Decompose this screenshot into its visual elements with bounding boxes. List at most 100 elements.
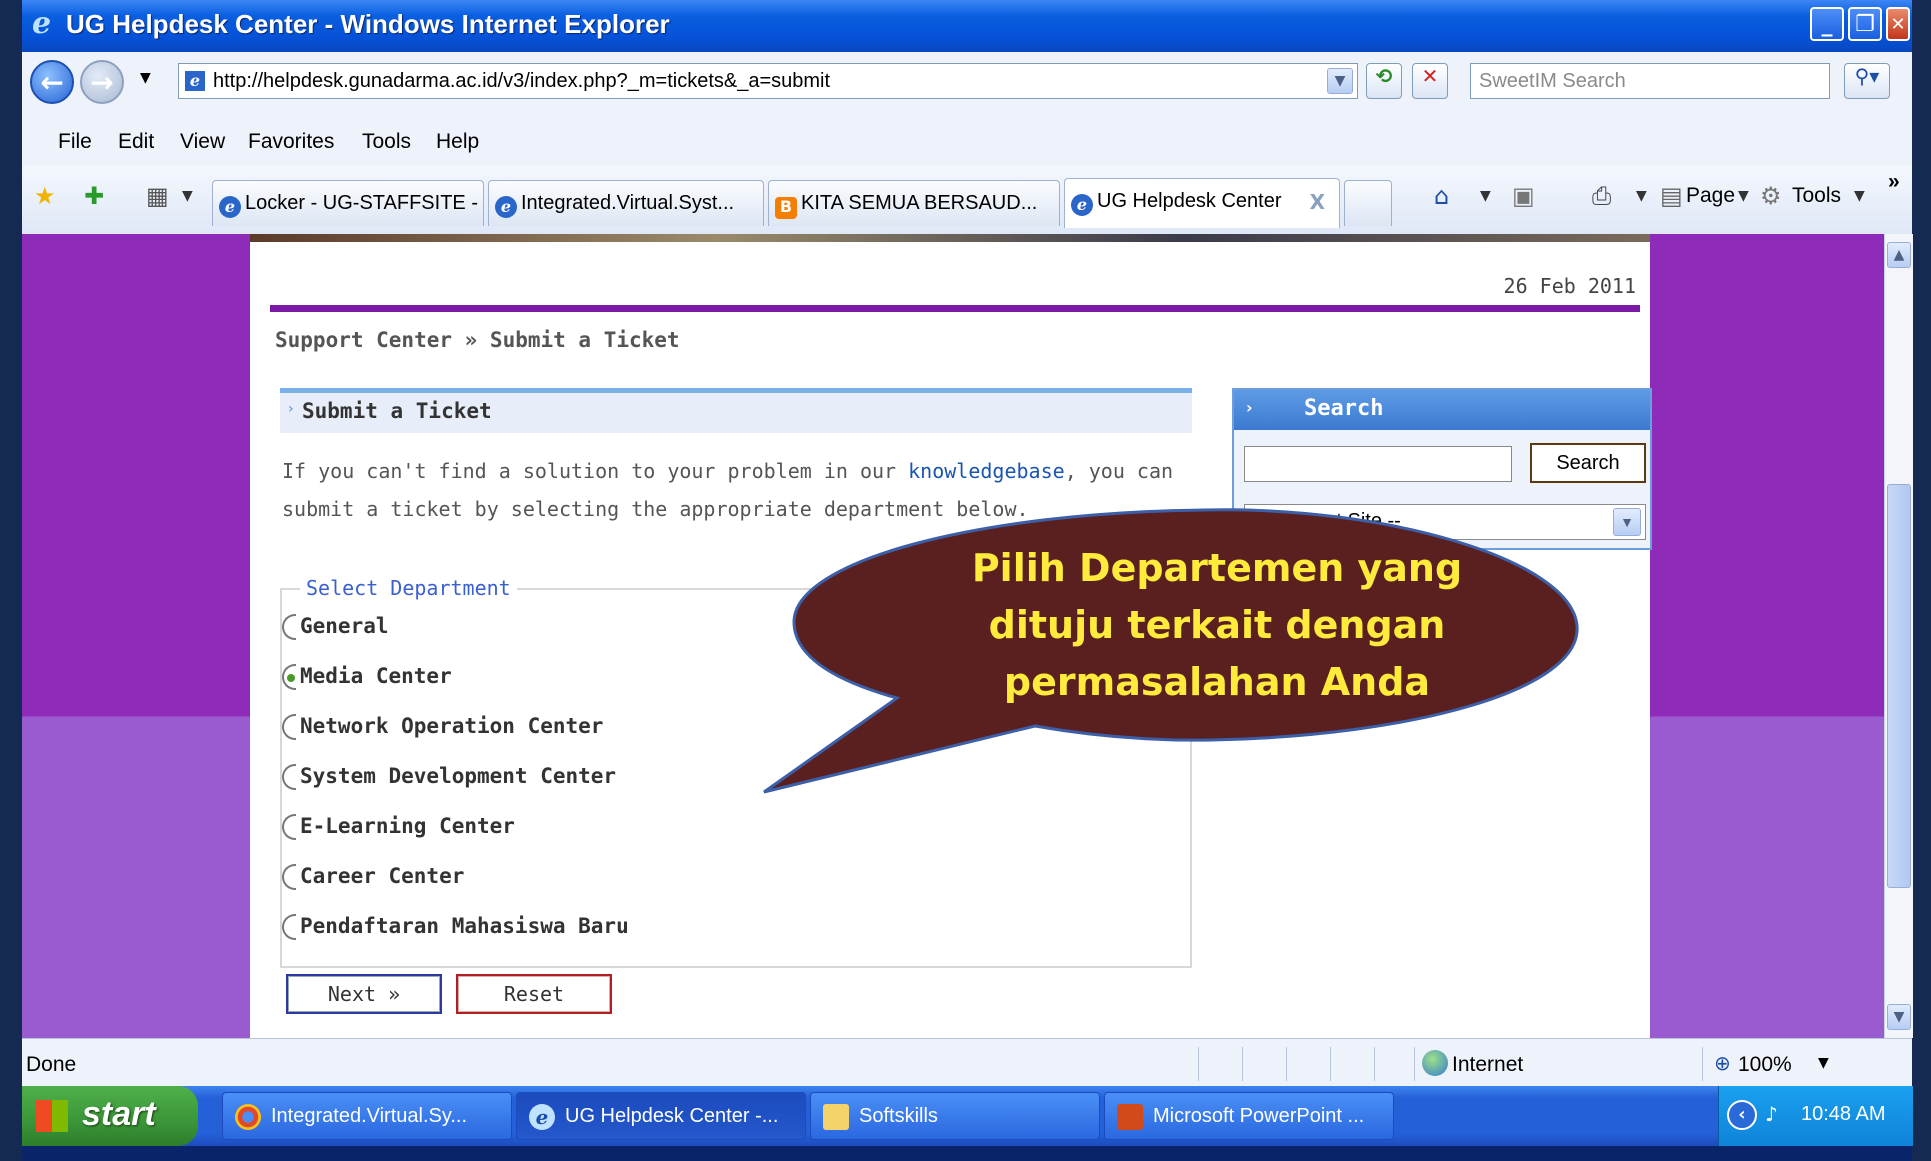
minimize-button[interactable]: _ <box>1810 7 1844 41</box>
task-integrated-virtual[interactable]: Integrated.Virtual.Sy... <box>222 1092 512 1140</box>
tools-menu[interactable]: Tools <box>1792 184 1841 208</box>
tab-ug-helpdesk[interactable]: e UG Helpdesk Center X <box>1064 178 1340 228</box>
task-label: Softskills <box>859 1105 938 1127</box>
ie-logo-icon: e <box>32 6 52 41</box>
stop-icon[interactable]: ✕ <box>1412 63 1448 99</box>
clock[interactable]: 10:48 AM <box>1801 1103 1886 1126</box>
ie-icon: e <box>529 1104 555 1130</box>
window-title: UG Helpdesk Center - Windows Internet Ex… <box>66 9 670 39</box>
dept-label: Media Center <box>300 664 452 688</box>
menu-file[interactable]: File <box>58 130 92 154</box>
chrome-icon <box>235 1104 261 1130</box>
chevron-more-icon[interactable]: » <box>1888 170 1900 194</box>
add-favorite-icon[interactable]: ✚ <box>84 182 104 210</box>
page-dropdown-icon[interactable]: ▼ <box>1738 188 1749 204</box>
favorites-star-icon[interactable]: ★ <box>34 182 56 210</box>
search-go-icon[interactable]: ⚲▾ <box>1844 63 1890 99</box>
tab-close-icon[interactable]: X <box>1310 190 1325 214</box>
status-divider <box>1702 1047 1703 1081</box>
dept-system-development-center[interactable]: System Development Center <box>282 764 616 790</box>
menu-favorites[interactable]: Favorites <box>248 130 334 154</box>
kb-search-input[interactable] <box>1244 446 1512 482</box>
menu-help[interactable]: Help <box>436 130 479 154</box>
status-divider <box>1242 1047 1243 1081</box>
maximize-button[interactable]: ❐ <box>1848 7 1882 41</box>
zoom-level[interactable]: 100% <box>1738 1053 1792 1077</box>
scroll-up-icon[interactable]: ▲ <box>1887 242 1911 268</box>
tools-dropdown-icon[interactable]: ▼ <box>1854 188 1865 204</box>
print-dropdown-icon[interactable]: ▼ <box>1636 188 1647 204</box>
page-menu[interactable]: Page <box>1686 184 1735 208</box>
menu-bar: File Edit View Favorites Tools Help <box>22 118 1912 167</box>
gear-icon[interactable]: ⚙ <box>1760 182 1782 210</box>
task-softskills[interactable]: Softskills <box>810 1092 1100 1140</box>
history-dropdown-icon[interactable]: ▼ <box>140 70 151 86</box>
knowledgebase-link[interactable]: knowledgebase <box>908 459 1065 483</box>
support-site-select[interactable]: -- Support Site -- ▼ <box>1244 504 1646 540</box>
dept-network-operation-center[interactable]: Network Operation Center <box>282 714 603 740</box>
address-dropdown-icon[interactable]: ▼ <box>1327 68 1353 94</box>
dept-e-learning-center[interactable]: E-Learning Center <box>282 814 515 840</box>
tab-kita-semua[interactable]: B KITA SEMUA BERSAUD... <box>768 180 1060 226</box>
dept-label: Career Center <box>300 864 465 888</box>
refresh-icon[interactable]: ⟲ <box>1366 63 1402 99</box>
security-zone: Internet <box>1452 1053 1524 1076</box>
start-button[interactable]: start <box>22 1086 198 1146</box>
back-arrow-icon[interactable]: ← <box>30 60 74 104</box>
new-tab-button[interactable] <box>1344 180 1392 226</box>
dept-pendaftaran-mahasiswa-baru[interactable]: Pendaftaran Mahasiswa Baru <box>282 914 629 940</box>
zoom-icon[interactable]: ⊕ <box>1714 1051 1731 1075</box>
tab-label: Locker - UG-STAFFSITE - <box>245 192 478 214</box>
start-label: start <box>82 1095 156 1133</box>
menu-edit[interactable]: Edit <box>118 130 154 154</box>
scroll-thumb[interactable] <box>1887 484 1911 888</box>
feeds-icon[interactable]: ▣ <box>1512 182 1535 210</box>
taskbar: start Integrated.Virtual.Sy... e UG Help… <box>22 1086 1913 1146</box>
search-panel: › Search Search -- Support Site -- ▼ <box>1232 388 1652 550</box>
quick-tabs-icon[interactable]: ▦ <box>146 182 169 210</box>
home-dropdown-icon[interactable]: ▼ <box>1480 188 1491 204</box>
task-ug-helpdesk[interactable]: e UG Helpdesk Center -... <box>516 1092 806 1140</box>
callout-line-1: Pilih Departemen yang <box>971 546 1463 590</box>
next-button[interactable]: Next » <box>286 974 442 1014</box>
tab-integrated-virtual[interactable]: e Integrated.Virtual.Syst... <box>488 180 764 226</box>
windows-logo-icon <box>36 1100 68 1132</box>
chevron-down-icon[interactable]: ▼ <box>1613 508 1641 536</box>
page-date: 26 Feb 2011 <box>1503 274 1636 298</box>
scroll-down-icon[interactable]: ▼ <box>1887 1004 1911 1030</box>
tab-locker[interactable]: e Locker - UG-STAFFSITE - <box>212 180 484 226</box>
task-label: Integrated.Virtual.Sy... <box>271 1105 468 1127</box>
blogger-icon: B <box>775 197 797 219</box>
reset-button[interactable]: Reset <box>456 974 612 1014</box>
zoom-dropdown-icon[interactable]: ▼ <box>1818 1055 1829 1071</box>
forward-arrow-icon[interactable]: → <box>80 60 124 104</box>
kb-search-button[interactable]: Search <box>1530 443 1646 483</box>
menu-tools[interactable]: Tools <box>362 130 411 154</box>
page-icon: e <box>185 71 205 91</box>
chevron-left-icon[interactable]: ‹ <box>1727 1100 1757 1130</box>
tab-list-dropdown-icon[interactable]: ▼ <box>182 188 193 204</box>
vertical-scrollbar[interactable]: ▲ ▼ <box>1884 234 1913 1038</box>
tab-bar: ★ ✚ ▦ ▼ e Locker - UG-STAFFSITE - e Integr… <box>22 166 1912 235</box>
dept-career-center[interactable]: Career Center <box>282 864 465 890</box>
home-icon[interactable]: ⌂ <box>1434 182 1449 210</box>
menu-view[interactable]: View <box>180 130 225 154</box>
dept-label: General <box>300 614 389 638</box>
status-divider <box>1330 1047 1331 1081</box>
dept-media-center[interactable]: Media Center <box>282 664 452 690</box>
close-button[interactable]: ✕ <box>1886 7 1910 41</box>
internet-zone-icon <box>1422 1050 1448 1076</box>
callout-text: Pilih Departemen yang dituju terkait den… <box>812 540 1622 711</box>
search-input[interactable]: SweetIM Search <box>1470 63 1830 99</box>
support-site-select-value: -- Support Site -- <box>1253 510 1401 532</box>
print-icon[interactable]: ⎙ <box>1592 182 1611 210</box>
speaker-icon[interactable]: ♪ <box>1765 1102 1778 1126</box>
page-menu-icon[interactable]: ▤ <box>1660 182 1683 210</box>
address-field[interactable]: e http://helpdesk.gunadarma.ac.id/v3/ind… <box>178 63 1358 99</box>
powerpoint-icon <box>1117 1104 1143 1130</box>
task-powerpoint[interactable]: Microsoft PowerPoint ... <box>1104 1092 1394 1140</box>
intro-text-start: If you can't find a solution to your pro… <box>282 459 909 483</box>
task-label: Microsoft PowerPoint ... <box>1153 1105 1365 1127</box>
dept-general[interactable]: General <box>282 614 389 640</box>
section-title: Submit a Ticket <box>302 399 492 423</box>
